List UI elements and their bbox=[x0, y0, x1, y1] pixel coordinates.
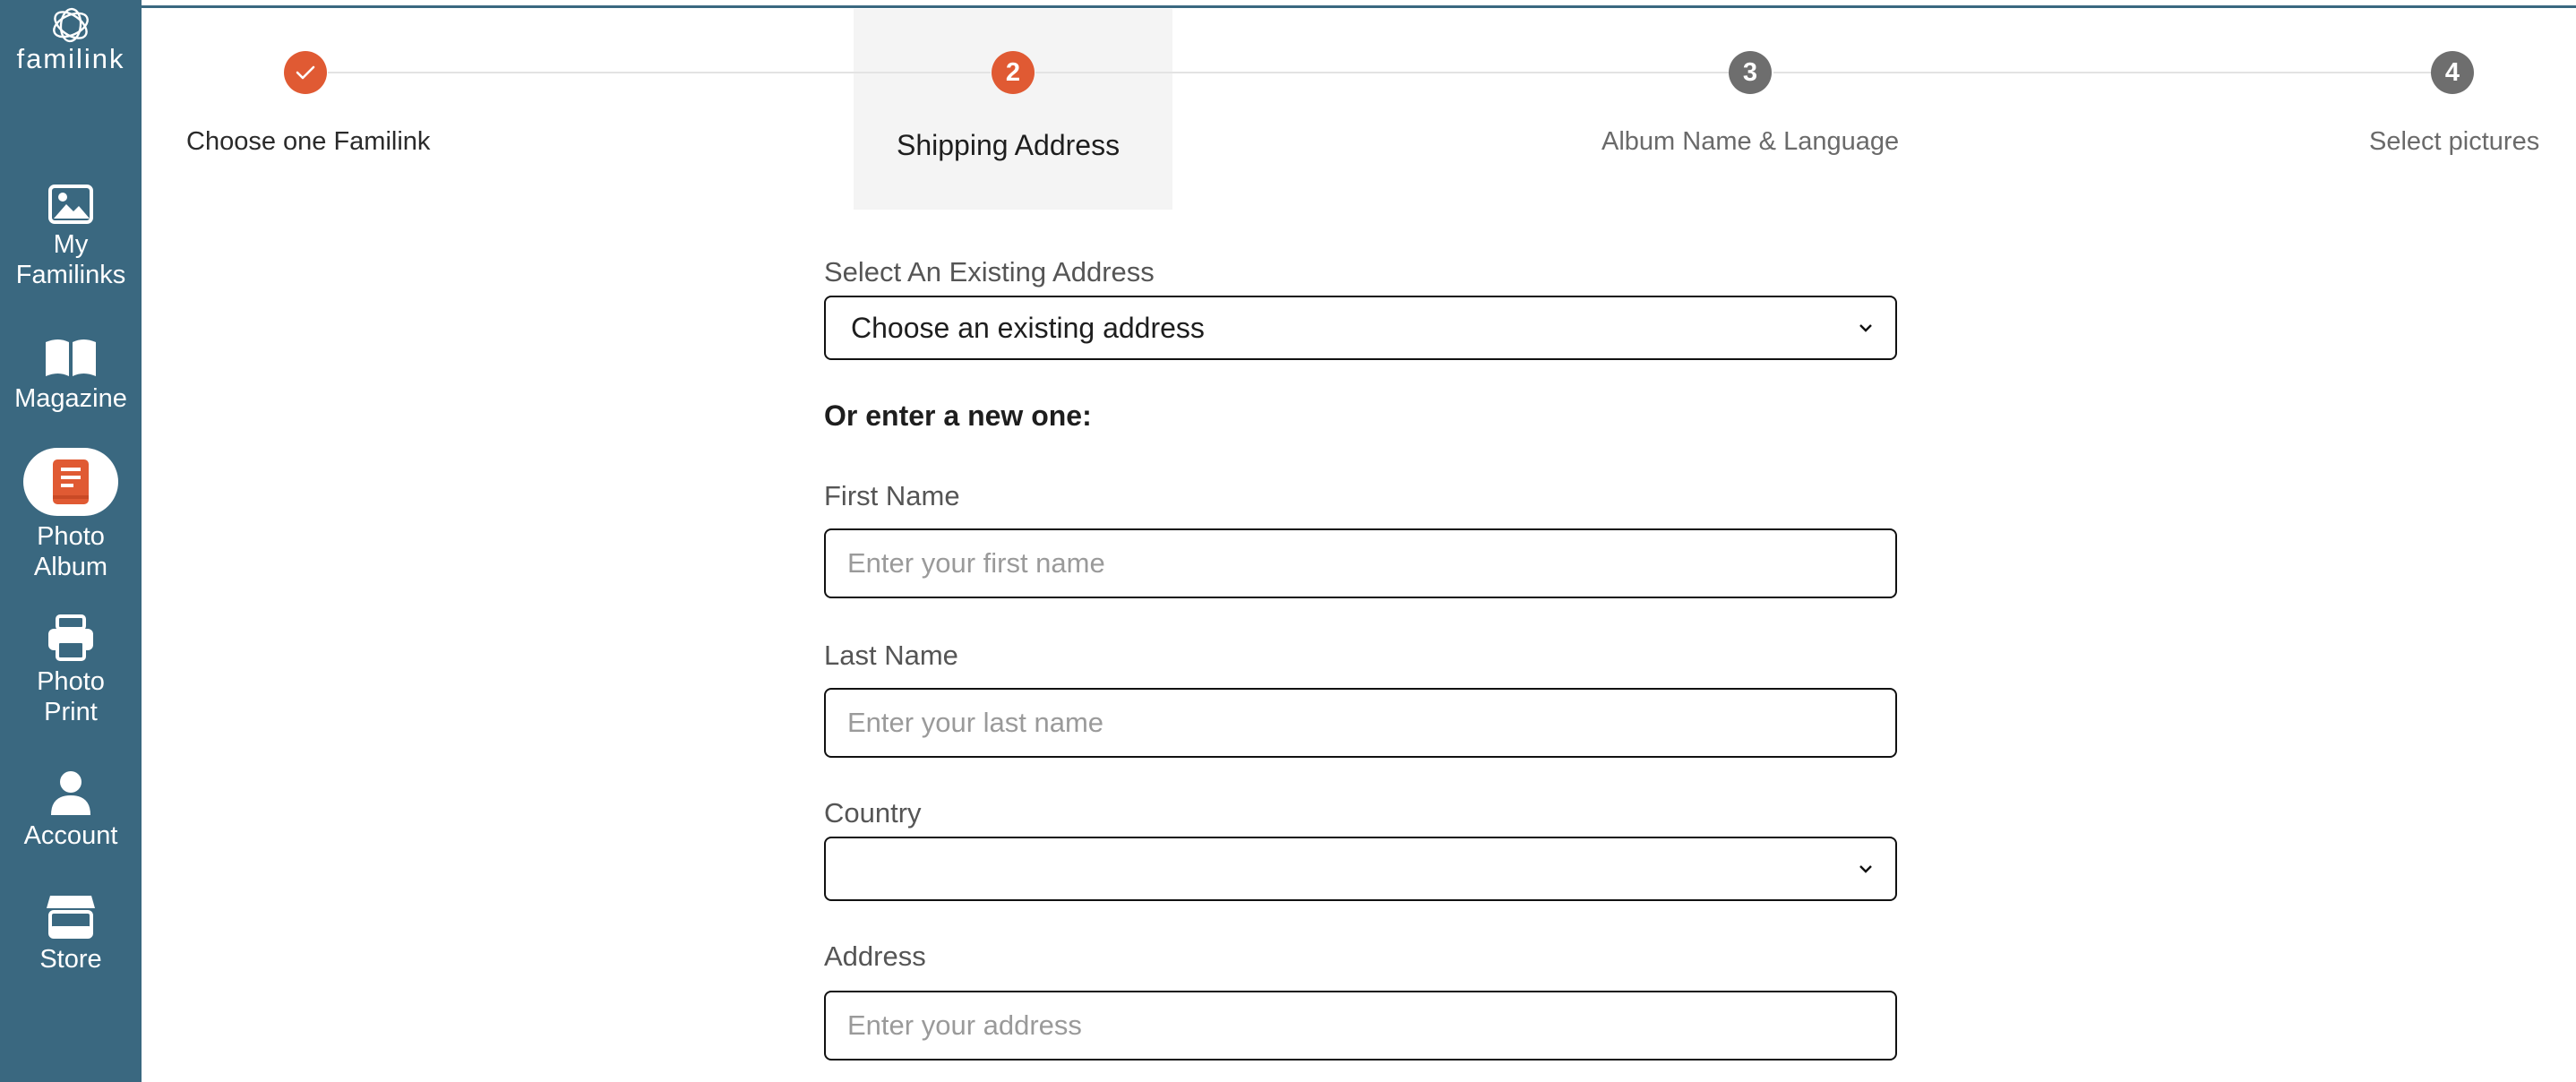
step-label: Shipping Address bbox=[897, 129, 1121, 161]
address-label: Address bbox=[824, 940, 926, 972]
address-field[interactable] bbox=[824, 991, 1897, 1061]
existing-address-select[interactable]: Choose an existing address bbox=[824, 296, 1897, 360]
step-connector bbox=[1773, 72, 2431, 73]
last-name-field[interactable] bbox=[824, 688, 1897, 758]
first-name-input[interactable] bbox=[846, 546, 1876, 580]
country-label: Country bbox=[824, 797, 922, 829]
step-number: 4 bbox=[2431, 51, 2474, 94]
first-name-field[interactable] bbox=[824, 528, 1897, 598]
sidebar-item-photo-album[interactable]: Photo Album bbox=[0, 448, 142, 582]
existing-address-value: Choose an existing address bbox=[851, 311, 1205, 344]
sidebar-item-label: Familinks bbox=[15, 261, 126, 289]
sidebar-item-store[interactable]: Store bbox=[0, 894, 142, 975]
step-done-indicator bbox=[284, 51, 327, 94]
step-number: 3 bbox=[1729, 51, 1772, 94]
top-border bbox=[142, 5, 2576, 8]
step-connector bbox=[1035, 72, 1729, 73]
step-label: Album Name & Language bbox=[1601, 127, 1900, 156]
first-name-label: First Name bbox=[824, 480, 960, 511]
step-number: 2 bbox=[992, 51, 1035, 94]
chevron-down-icon bbox=[1859, 865, 1872, 873]
address-input[interactable] bbox=[846, 1009, 1876, 1043]
familink-logo-icon bbox=[53, 7, 89, 43]
printer-icon bbox=[48, 614, 93, 661]
current-step-highlight bbox=[854, 9, 1172, 210]
country-select[interactable] bbox=[824, 837, 1897, 901]
open-book-icon bbox=[46, 339, 96, 376]
sidebar-item-account[interactable]: Account bbox=[0, 770, 142, 851]
sidebar-item-label: My bbox=[53, 230, 89, 259]
brand-name: familink bbox=[16, 43, 125, 74]
chevron-down-icon bbox=[1859, 324, 1872, 332]
step-label: Choose one Familink bbox=[186, 127, 431, 156]
sidebar-item-label: Print bbox=[44, 698, 98, 726]
sidebar-item-label: Photo bbox=[37, 522, 105, 551]
sidebar-item-label: Album bbox=[33, 553, 108, 581]
sidebar-item-label: Magazine bbox=[14, 384, 127, 413]
user-icon bbox=[51, 771, 90, 815]
familink-logo[interactable]: familink bbox=[0, 5, 142, 75]
new-address-heading: Or enter a new one: bbox=[824, 399, 1092, 432]
photo-album-icon bbox=[53, 459, 89, 504]
sidebar-item-magazine[interactable]: Magazine bbox=[0, 337, 142, 414]
store-icon bbox=[47, 896, 95, 939]
checkmark-icon bbox=[296, 65, 315, 80]
step-connector bbox=[328, 72, 991, 73]
sidebar-item-my-familinks[interactable]: My Familinks bbox=[0, 185, 142, 290]
sidebar: familink My Familinks Magazine Photo Alb… bbox=[0, 0, 142, 1082]
last-name-label: Last Name bbox=[824, 640, 958, 671]
active-indicator bbox=[23, 448, 118, 516]
image-icon bbox=[48, 185, 93, 224]
last-name-input[interactable] bbox=[846, 706, 1876, 740]
existing-address-label: Select An Existing Address bbox=[824, 256, 1155, 288]
sidebar-item-label: Account bbox=[23, 821, 118, 850]
sidebar-item-photo-print[interactable]: Photo Print bbox=[0, 614, 142, 727]
step-label: Select pictures bbox=[2369, 127, 2540, 156]
sidebar-item-label: Photo bbox=[37, 667, 105, 696]
sidebar-item-label: Store bbox=[39, 945, 102, 974]
